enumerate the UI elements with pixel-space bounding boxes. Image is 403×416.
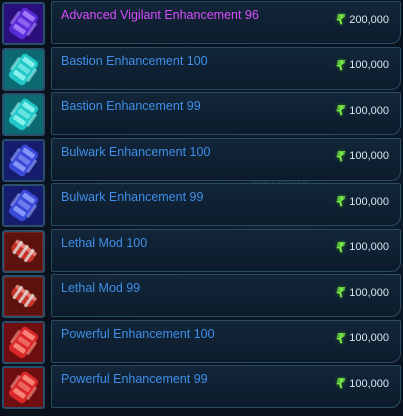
item-price: ₹100,000 [335,59,389,72]
item-price: ₹100,000 [335,377,389,390]
credits-icon: ₹ [334,194,344,209]
item-price-value: 100,000 [349,150,389,162]
vendor-item-list: Hyde Main Vendor Advanced Vigilant Enhan… [0,0,403,416]
item-name: Powerful Enhancement 100 [61,326,215,341]
vendor-item-row[interactable]: Bastion Enhancement 99 ₹100,000 [0,91,403,136]
red-cybernetic-enhancement-icon[interactable] [2,320,45,364]
blue-cybernetic-enhancement-icon[interactable] [2,184,45,227]
item-price-value: 100,000 [349,104,389,117]
item-price: ₹100,000 [335,241,389,254]
credits-icon: ₹ [334,103,344,118]
item-info-box[interactable]: Bulwark Enhancement 99 ₹100,000 [51,183,401,226]
blue-cybernetic-enhancement-icon[interactable] [2,138,45,182]
red-mod-cylinder-icon[interactable] [2,275,45,318]
item-price-value: 100,000 [349,332,389,344]
item-price: ₹100,000 [335,104,389,117]
item-info-box[interactable]: Lethal Mod 100 ₹100,000 [51,228,401,272]
item-info-box[interactable]: Bastion Enhancement 99 ₹100,000 [51,92,401,135]
red-mod-cylinder-icon[interactable] [2,229,45,273]
credits-icon: ₹ [334,239,344,255]
item-info-box[interactable]: Advanced Vigilant Enhancement 96 ₹200,000 [51,1,401,44]
item-price-value: 100,000 [349,241,389,253]
vendor-item-row[interactable]: Powerful Enhancement 99 ₹100,000 [0,364,403,409]
item-price: ₹100,000 [335,286,389,299]
item-name: Powerful Enhancement 99 [61,372,208,386]
item-price-value: 200,000 [349,13,389,26]
item-name: Bulwark Enhancement 100 [61,144,211,159]
item-name: Bulwark Enhancement 99 [61,190,204,204]
vendor-item-row[interactable]: Advanced Vigilant Enhancement 96 ₹200,000 [0,0,403,45]
item-name: Advanced Vigilant Enhancement 96 [61,8,259,22]
cyan-cybernetic-enhancement-icon[interactable] [2,47,45,91]
credits-icon: ₹ [334,12,344,27]
item-price-value: 100,000 [349,286,389,299]
credits-icon: ₹ [334,376,344,391]
item-price-value: 100,000 [349,377,389,390]
item-info-box[interactable]: Bastion Enhancement 100 ₹100,000 [51,46,401,90]
item-info-box[interactable]: Powerful Enhancement 99 ₹100,000 [51,365,401,408]
credits-icon: ₹ [334,148,344,164]
item-name: Bastion Enhancement 99 [61,99,201,113]
vendor-item-row[interactable]: Bulwark Enhancement 100 ₹100,000 [0,137,403,182]
item-name: Lethal Mod 100 [61,235,148,250]
item-price-value: 100,000 [349,59,389,71]
item-info-box[interactable]: Powerful Enhancement 100 ₹100,000 [51,319,401,363]
cyan-cybernetic-enhancement-icon[interactable] [2,93,45,136]
item-name: Lethal Mod 99 [61,281,141,295]
item-price: ₹200,000 [335,13,389,26]
item-price: ₹100,000 [335,195,389,208]
item-name: Bastion Enhancement 100 [61,53,208,68]
purple-cybernetic-enhancement-icon[interactable] [2,2,45,45]
item-price: ₹100,000 [335,332,389,345]
item-price: ₹100,000 [335,150,389,163]
vendor-item-row[interactable]: Bulwark Enhancement 99 ₹100,000 [0,182,403,227]
vendor-item-row[interactable]: Powerful Enhancement 100 ₹100,000 [0,319,403,364]
item-info-box[interactable]: Lethal Mod 99 ₹100,000 [51,274,401,317]
credits-icon: ₹ [334,330,344,346]
vendor-item-row[interactable]: Lethal Mod 100 ₹100,000 [0,228,403,273]
item-price-value: 100,000 [349,195,389,208]
credits-icon: ₹ [334,285,344,300]
vendor-item-row[interactable]: Bastion Enhancement 100 ₹100,000 [0,46,403,91]
red-cybernetic-enhancement-icon[interactable] [2,366,45,409]
vendor-item-row[interactable]: Lethal Mod 99 ₹100,000 [0,273,403,318]
item-info-box[interactable]: Bulwark Enhancement 100 ₹100,000 [51,137,401,181]
credits-icon: ₹ [334,57,344,73]
